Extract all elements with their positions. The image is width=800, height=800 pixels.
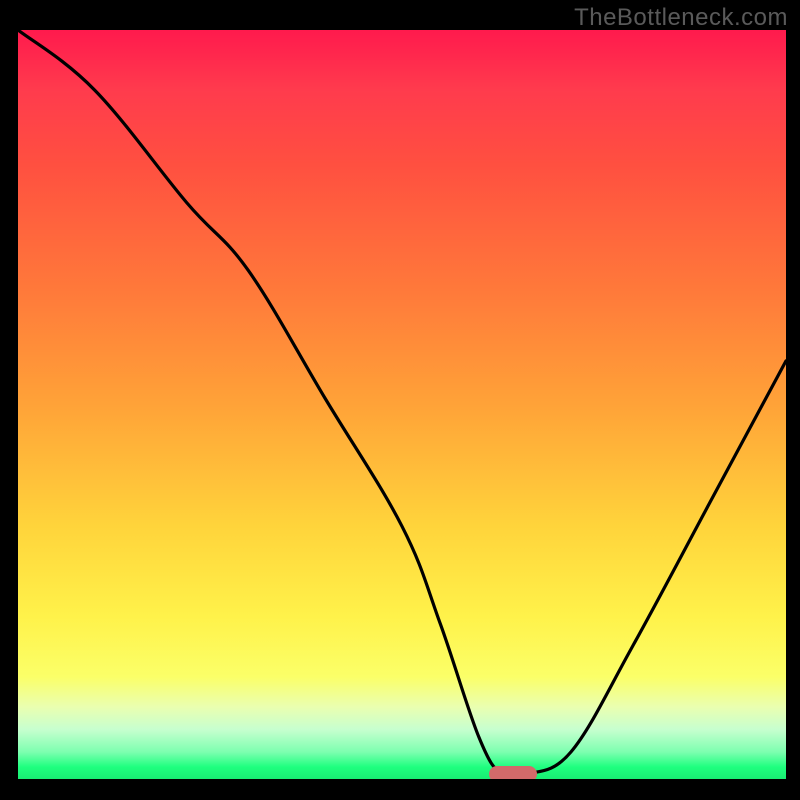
- watermark-text: TheBottleneck.com: [574, 4, 788, 32]
- bottleneck-curve: [18, 30, 786, 779]
- plot-area: [18, 30, 786, 782]
- chart-frame: TheBottleneck.com: [0, 0, 800, 800]
- baseline: [18, 779, 786, 782]
- curve-svg: [18, 30, 786, 782]
